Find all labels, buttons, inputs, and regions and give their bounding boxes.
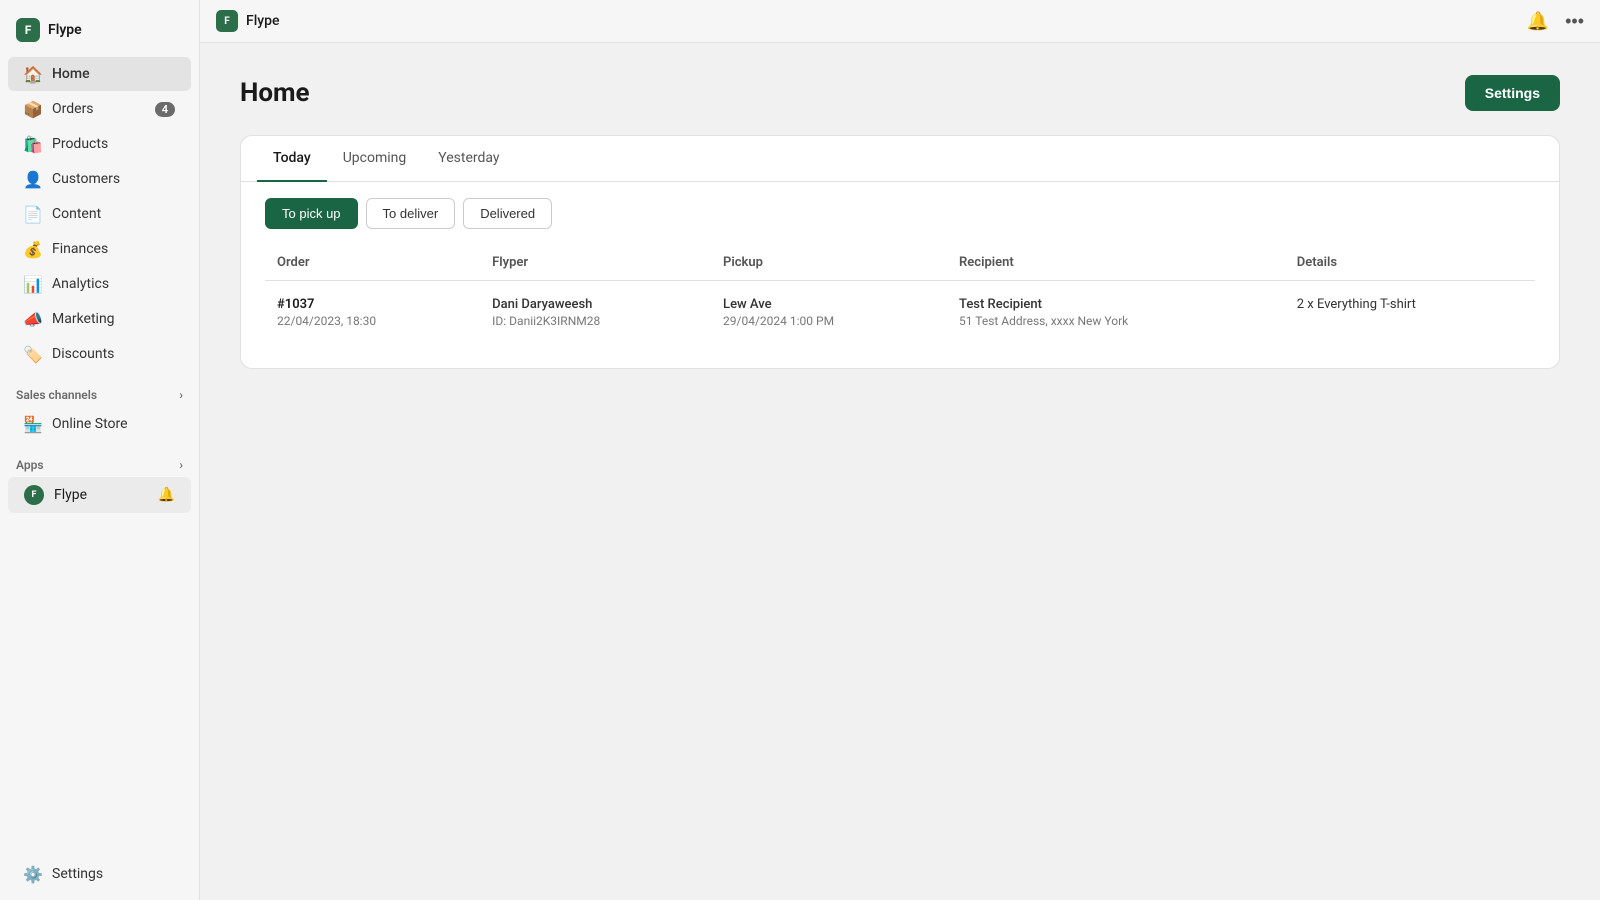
marketing-label: Marketing — [52, 311, 115, 327]
discounts-icon: 🏷️ — [24, 345, 42, 363]
sidebar-item-analytics[interactable]: 📊 Analytics — [8, 267, 191, 301]
col-header-recipient: Recipient — [947, 245, 1285, 281]
flype-label: Flype — [54, 487, 87, 503]
col-header-pickup: Pickup — [711, 245, 947, 281]
sales-channels-header[interactable]: Sales channels › — [0, 372, 199, 406]
flyper-cell: Dani Daryaweesh ID: Danii2K3IRNM28 — [480, 281, 711, 345]
page-header: Home Settings — [240, 75, 1560, 111]
products-label: Products — [52, 136, 108, 152]
discounts-label: Discounts — [52, 346, 114, 362]
orders-table: OrderFlyperPickupRecipientDetails #1037 … — [265, 245, 1535, 344]
table-head: OrderFlyperPickupRecipientDetails — [265, 245, 1535, 281]
settings-button[interactable]: Settings — [1465, 75, 1560, 111]
main-card: TodayUpcomingYesterday To pick up To deli… — [240, 135, 1560, 369]
topbar-app-name: Flype — [246, 13, 280, 29]
col-header-order: Order — [265, 245, 480, 281]
recipient-cell: Test Recipient 51 Test Address, xxxx New… — [947, 281, 1285, 345]
analytics-label: Analytics — [52, 276, 109, 292]
tabs-container: TodayUpcomingYesterday — [241, 136, 1559, 182]
orders-icon: 📦 — [24, 100, 42, 118]
finances-label: Finances — [52, 241, 108, 257]
home-icon: 🏠 — [24, 65, 42, 83]
order-number: #1037 — [277, 297, 468, 312]
marketing-icon: 📣 — [24, 310, 42, 328]
orders-label: Orders — [52, 101, 94, 117]
orders-badge: 4 — [155, 102, 175, 117]
table-body: #1037 22/04/2023, 18:30 Dani Daryaweesh … — [265, 281, 1535, 345]
sales-channels-label: Sales channels — [16, 388, 97, 402]
flype-bell-icon[interactable]: 🔔 — [158, 487, 175, 503]
sidebar-app-header: F Flype — [0, 8, 199, 52]
pickup-cell: Lew Ave 29/04/2024 1:00 PM — [711, 281, 947, 345]
filter-row: To pick up To deliverDelivered — [241, 182, 1559, 245]
order-details: 2 x Everything T-shirt — [1297, 297, 1416, 312]
details-cell: 2 x Everything T-shirt — [1285, 281, 1535, 345]
sidebar-item-settings[interactable]: ⚙️ Settings — [8, 857, 191, 891]
home-label: Home — [52, 66, 90, 82]
app-icon: F — [16, 18, 40, 42]
sidebar-item-home[interactable]: 🏠 Home — [8, 57, 191, 91]
page-title: Home — [240, 78, 310, 108]
customers-label: Customers — [52, 171, 120, 187]
table-container: OrderFlyperPickupRecipientDetails #1037 … — [241, 245, 1559, 368]
online-store-icon: 🏪 — [24, 415, 42, 433]
sidebar: F Flype 🏠 Home 📦 Orders 4 🛍️ Products 👤 … — [0, 0, 200, 900]
topbar: F Flype 🔔 ••• — [200, 0, 1600, 43]
col-header-details: Details — [1285, 245, 1535, 281]
flype-app-icon: F — [24, 485, 44, 505]
products-icon: 🛍️ — [24, 135, 42, 153]
settings-icon: ⚙️ — [24, 865, 42, 883]
sidebar-bottom: ⚙️ Settings — [0, 856, 199, 892]
sidebar-item-discounts[interactable]: 🏷️ Discounts — [8, 337, 191, 371]
more-options-button[interactable]: ••• — [1565, 11, 1584, 32]
main-area: F Flype 🔔 ••• Home Settings TodayUpcomin… — [200, 0, 1600, 900]
filter-btn-to_pick_up[interactable]: To pick up — [265, 198, 358, 229]
tab-upcoming[interactable]: Upcoming — [327, 136, 423, 182]
flyper-name: Dani Daryaweesh — [492, 297, 699, 312]
recipient-name: Test Recipient — [959, 297, 1273, 312]
apps-header[interactable]: Apps › — [0, 442, 199, 476]
order-cell: #1037 22/04/2023, 18:30 — [265, 281, 480, 345]
online-store-label: Online Store — [52, 416, 128, 432]
finances-icon: 💰 — [24, 240, 42, 258]
topbar-app-icon: F — [216, 10, 238, 32]
flyper-id: ID: Danii2K3IRNM28 — [492, 314, 699, 328]
pickup-location: Lew Ave — [723, 297, 935, 312]
topbar-right: 🔔 ••• — [1527, 11, 1584, 32]
apps-label: Apps — [16, 458, 44, 472]
app-name: Flype — [48, 22, 82, 38]
notification-button[interactable]: 🔔 — [1527, 11, 1549, 32]
recipient-address: 51 Test Address, xxxx New York — [959, 314, 1273, 328]
tab-yesterday[interactable]: Yesterday — [422, 136, 515, 182]
topbar-left: F Flype — [216, 10, 280, 32]
sidebar-item-finances[interactable]: 💰 Finances — [8, 232, 191, 266]
content-icon: 📄 — [24, 205, 42, 223]
order-date: 22/04/2023, 18:30 — [277, 314, 468, 328]
content-label: Content — [52, 206, 101, 222]
customers-icon: 👤 — [24, 170, 42, 188]
sidebar-item-online-store[interactable]: 🏪 Online Store — [8, 407, 191, 441]
col-header-flyper: Flyper — [480, 245, 711, 281]
sales-channels-chevron: › — [179, 388, 183, 402]
filter-btn-to_deliver[interactable]: To deliver — [366, 198, 456, 229]
tab-today[interactable]: Today — [257, 136, 327, 182]
sidebar-item-marketing[interactable]: 📣 Marketing — [8, 302, 191, 336]
pickup-datetime: 29/04/2024 1:00 PM — [723, 314, 935, 328]
sidebar-item-products[interactable]: 🛍️ Products — [8, 127, 191, 161]
analytics-icon: 📊 — [24, 275, 42, 293]
table-row[interactable]: #1037 22/04/2023, 18:30 Dani Daryaweesh … — [265, 281, 1535, 345]
filter-btn-delivered[interactable]: Delivered — [463, 198, 552, 229]
apps-chevron: › — [179, 458, 183, 472]
content-area: Home Settings TodayUpcomingYesterday To … — [200, 43, 1600, 900]
sidebar-item-flype[interactable]: F Flype 🔔 — [8, 477, 191, 513]
nav-list: 🏠 Home 📦 Orders 4 🛍️ Products 👤 Customer… — [0, 56, 199, 372]
sidebar-item-content[interactable]: 📄 Content — [8, 197, 191, 231]
sidebar-item-orders[interactable]: 📦 Orders 4 — [8, 92, 191, 126]
sidebar-item-customers[interactable]: 👤 Customers — [8, 162, 191, 196]
settings-label: Settings — [52, 866, 103, 882]
